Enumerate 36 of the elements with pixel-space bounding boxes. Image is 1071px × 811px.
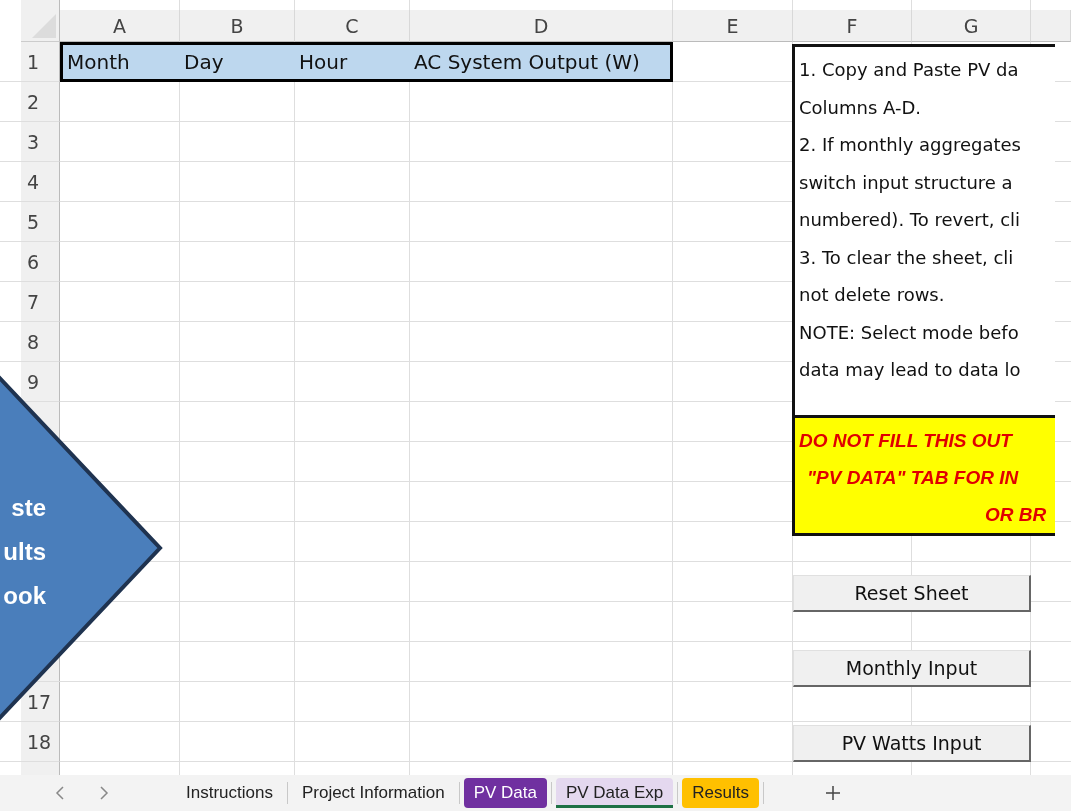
column-header[interactable]: E	[673, 10, 793, 42]
shape-text: ults	[3, 538, 46, 565]
instruction-text: 1. Copy and Paste PV da	[799, 58, 1019, 82]
instruction-text: not delete rows.	[799, 283, 945, 307]
table-cell: Day	[184, 50, 224, 74]
column-header[interactable]: G	[912, 10, 1031, 42]
warning-text: "PV DATA" TAB FOR IN	[807, 466, 1019, 490]
instruction-text: NOTE: Select mode befo	[799, 320, 1019, 345]
table-cell: AC System Output (W)	[414, 50, 640, 74]
add-sheet-icon[interactable]	[823, 784, 842, 802]
table-cell: Hour	[299, 50, 348, 74]
shape-text: ook	[3, 582, 46, 609]
instruction-text: Columns A-D.	[799, 95, 922, 120]
macro-button[interactable]: Reset Sheet	[793, 575, 1031, 612]
macro-button[interactable]: PV Watts Input	[793, 725, 1031, 762]
macro-button[interactable]: Monthly Input	[793, 650, 1031, 687]
column-header[interactable]: B	[180, 10, 295, 42]
instruction-text: numbered). To revert, cli	[799, 208, 1021, 232]
sheet-tab[interactable]: PV Data	[463, 778, 547, 808]
column-header[interactable]: F	[793, 10, 912, 42]
shape-text: ste	[11, 494, 46, 521]
instruction-text: 2. If monthly aggregates	[799, 133, 1021, 157]
table-cell: Month	[67, 50, 130, 74]
sheet-tab[interactable]: PV Data Exp	[555, 778, 674, 808]
instruction-text: data may lead to data lo	[799, 358, 1021, 382]
instruction-text: 3. To clear the sheet, cli	[799, 245, 1014, 270]
warning-text: OR BR	[985, 503, 1047, 527]
column-header[interactable]: A	[60, 10, 180, 42]
warning-text: DO NOT FILL THIS OUT	[799, 429, 1012, 453]
column-header[interactable]: C	[295, 10, 410, 42]
instruction-text: switch input structure a	[799, 170, 1013, 195]
column-header[interactable]: D	[410, 10, 673, 42]
sheet-tab[interactable]: Results	[682, 778, 759, 808]
sheet-tab[interactable]: Project Information	[291, 778, 455, 808]
sheet-tab[interactable]: Instructions	[176, 778, 283, 808]
column-header[interactable]	[1031, 10, 1071, 42]
